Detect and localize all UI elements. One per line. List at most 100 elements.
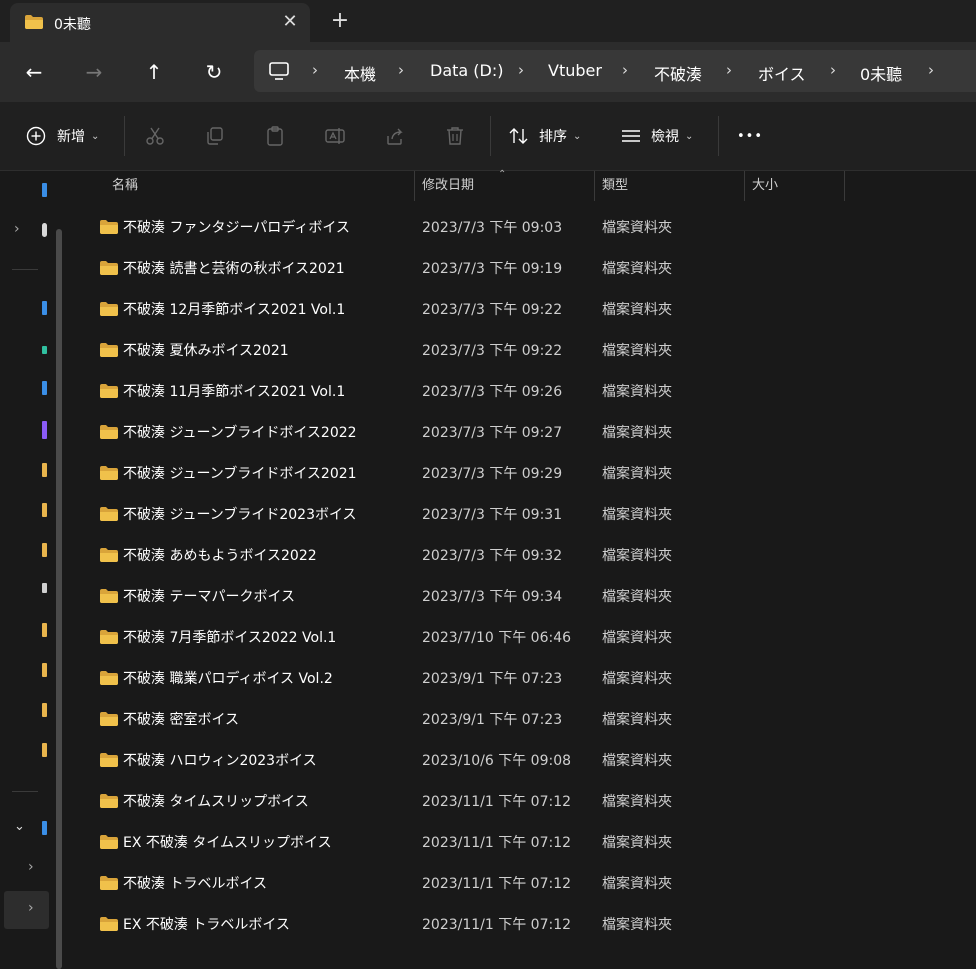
breadcrumb-separator[interactable]: › xyxy=(312,61,318,79)
folder-icon xyxy=(100,466,118,480)
desktop-icon[interactable] xyxy=(42,183,47,197)
folder-icon xyxy=(100,261,118,275)
file-type: 檔案資料夾 xyxy=(602,466,672,482)
tab-active[interactable]: 0未聽 ✕ xyxy=(10,3,310,42)
sort-up-icon: ⌃ xyxy=(498,169,507,180)
breadcrumb-separator[interactable]: › xyxy=(622,61,628,79)
chevron-down-icon[interactable]: ⌄ xyxy=(14,819,25,834)
file-row[interactable]: 不破湊 読書と芸術の秋ボイス2021 2023/7/3 下午 09:19 檔案資… xyxy=(92,247,952,288)
breadcrumb-item[interactable]: ボイス xyxy=(758,61,806,85)
file-type: 檔案資料夾 xyxy=(602,835,672,851)
folder-icon xyxy=(100,220,118,234)
file-type: 檔案資料夾 xyxy=(602,548,672,564)
breadcrumb-separator[interactable]: › xyxy=(726,61,732,79)
file-modified-date: 2023/7/10 下午 06:46 xyxy=(422,630,572,646)
file-row[interactable]: 不破湊 ジューンブライドボイス2022 2023/7/3 下午 09:27 檔案… xyxy=(92,411,952,452)
folder-icon xyxy=(100,589,118,603)
column-header-name[interactable]: 名稱 xyxy=(112,171,138,201)
file-row[interactable]: 不破湊 あめもようボイス2022 2023/7/3 下午 09:32 檔案資料夾 xyxy=(92,534,952,575)
file-row[interactable]: 不破湊 12月季節ボイス2021 Vol.1 2023/7/3 下午 09:22… xyxy=(92,288,952,329)
user-icon[interactable] xyxy=(42,223,47,237)
back-button[interactable]: ← xyxy=(20,58,48,86)
folder-icon[interactable] xyxy=(42,503,47,517)
column-separator[interactable] xyxy=(414,171,415,201)
chevron-right-icon[interactable]: › xyxy=(28,900,34,916)
rename-button[interactable] xyxy=(324,123,346,149)
address-bar[interactable]: › 本機 › Data (D:) › Vtuber › 不破湊 › ボイス › … xyxy=(254,50,976,92)
file-row[interactable]: EX 不破湊 トラベルボイス 2023/11/1 下午 07:12 檔案資料夾 xyxy=(92,903,952,944)
file-row[interactable]: 不破湊 ジューンブライドボイス2021 2023/7/3 下午 09:29 檔案… xyxy=(92,452,952,493)
folder-icon[interactable] xyxy=(42,543,47,557)
file-row[interactable]: 不破湊 密室ボイス 2023/9/1 下午 07:23 檔案資料夾 xyxy=(92,698,952,739)
column-header-type[interactable]: 類型 xyxy=(602,171,628,201)
breadcrumb-item[interactable]: 本機 xyxy=(344,61,376,85)
file-row[interactable]: 不破湊 タイムスリップボイス 2023/11/1 下午 07:12 檔案資料夾 xyxy=(92,780,952,821)
file-name: 不破湊 ジューンブライド2023ボイス xyxy=(123,507,357,523)
column-separator[interactable] xyxy=(744,171,745,201)
refresh-button[interactable]: ↻ xyxy=(200,58,228,86)
file-row[interactable]: 不破湊 ハロウィン2023ボイス 2023/10/6 下午 09:08 檔案資料… xyxy=(92,739,952,780)
paste-button[interactable] xyxy=(264,123,286,149)
more-options-button[interactable]: ••• xyxy=(737,123,763,149)
forward-button[interactable]: → xyxy=(80,58,108,86)
new-button[interactable]: 新增 ⌄ xyxy=(26,123,99,149)
drive-icon[interactable] xyxy=(42,583,47,593)
folder-icon xyxy=(100,425,118,439)
folder-icon[interactable] xyxy=(42,663,47,677)
videos-icon[interactable] xyxy=(42,421,47,439)
up-button[interactable]: ↑ xyxy=(140,58,168,86)
breadcrumb-item[interactable]: 0未聽 xyxy=(860,61,902,85)
downloads-icon[interactable] xyxy=(42,301,47,315)
folder-icon[interactable] xyxy=(42,623,47,637)
file-name: 不破湊 テーマパークボイス xyxy=(123,589,296,605)
file-row[interactable]: 不破湊 トラベルボイス 2023/11/1 下午 07:12 檔案資料夾 xyxy=(92,862,952,903)
file-row[interactable]: 不破湊 ファンタジーパロディボイス 2023/7/3 下午 09:03 檔案資料… xyxy=(92,206,952,247)
folder-icon[interactable] xyxy=(42,463,47,477)
new-tab-button[interactable]: + xyxy=(328,7,352,35)
breadcrumb-item[interactable]: Data (D:) xyxy=(430,61,503,80)
folder-icon[interactable] xyxy=(42,703,47,717)
file-modified-date: 2023/11/1 下午 07:12 xyxy=(422,917,572,933)
chevron-right-icon[interactable]: › xyxy=(28,859,34,875)
navigation-pane[interactable]: › ⌄ › › xyxy=(0,171,72,969)
cut-button[interactable] xyxy=(144,123,166,149)
selected-item-highlight[interactable] xyxy=(4,891,49,929)
folder-icon[interactable] xyxy=(42,743,47,757)
navigation-pane-scrollbar[interactable] xyxy=(56,229,62,969)
file-row[interactable]: 不破湊 ジューンブライド2023ボイス 2023/7/3 下午 09:31 檔案… xyxy=(92,493,952,534)
column-header-size[interactable]: 大小 xyxy=(752,171,778,201)
file-row[interactable]: 不破湊 7月季節ボイス2022 Vol.1 2023/7/10 下午 06:46… xyxy=(92,616,952,657)
file-row[interactable]: 不破湊 夏休みボイス2021 2023/7/3 下午 09:22 檔案資料夾 xyxy=(92,329,952,370)
column-header-modified[interactable]: 修改日期 xyxy=(422,171,474,201)
folder-icon xyxy=(100,343,118,357)
copy-button[interactable] xyxy=(204,123,226,149)
file-modified-date: 2023/7/3 下午 09:31 xyxy=(422,507,563,523)
file-row[interactable]: EX 不破湊 タイムスリップボイス 2023/11/1 下午 07:12 檔案資… xyxy=(92,821,952,862)
column-separator[interactable] xyxy=(844,171,845,201)
file-type: 檔案資料夾 xyxy=(602,917,672,933)
column-separator[interactable] xyxy=(594,171,595,201)
breadcrumb-separator[interactable]: › xyxy=(398,61,404,79)
sort-button[interactable]: 排序 ⌄ xyxy=(508,123,581,149)
breadcrumb-separator[interactable]: › xyxy=(928,61,934,79)
breadcrumb-item[interactable]: 不破湊 xyxy=(654,61,702,85)
file-row[interactable]: 不破湊 テーマパークボイス 2023/7/3 下午 09:34 檔案資料夾 xyxy=(92,575,952,616)
file-row[interactable]: 不破湊 11月季節ボイス2021 Vol.1 2023/7/3 下午 09:26… xyxy=(92,370,952,411)
file-row[interactable]: 不破湊 職業パロディボイス Vol.2 2023/9/1 下午 07:23 檔案… xyxy=(92,657,952,698)
breadcrumb-separator[interactable]: › xyxy=(830,61,836,79)
this-pc-icon[interactable] xyxy=(42,821,47,835)
file-modified-date: 2023/7/3 下午 09:32 xyxy=(422,548,563,564)
breadcrumb-item[interactable]: Vtuber xyxy=(548,61,602,80)
view-button[interactable]: 檢視 ⌄ xyxy=(620,123,693,149)
close-tab-icon[interactable]: ✕ xyxy=(278,10,302,34)
share-button[interactable] xyxy=(384,123,406,149)
chevron-right-icon[interactable]: › xyxy=(14,221,20,237)
music-icon[interactable] xyxy=(42,346,47,354)
breadcrumb-separator[interactable]: › xyxy=(518,61,524,79)
file-type: 檔案資料夾 xyxy=(602,753,672,769)
command-bar: 新增 ⌄ 排序 ⌄ 檢視 ⌄ ••• xyxy=(0,102,976,171)
clipboard-icon xyxy=(267,126,283,146)
file-name: 不破湊 あめもようボイス2022 xyxy=(123,548,317,564)
documents-icon[interactable] xyxy=(42,381,47,395)
delete-button[interactable] xyxy=(444,123,466,149)
